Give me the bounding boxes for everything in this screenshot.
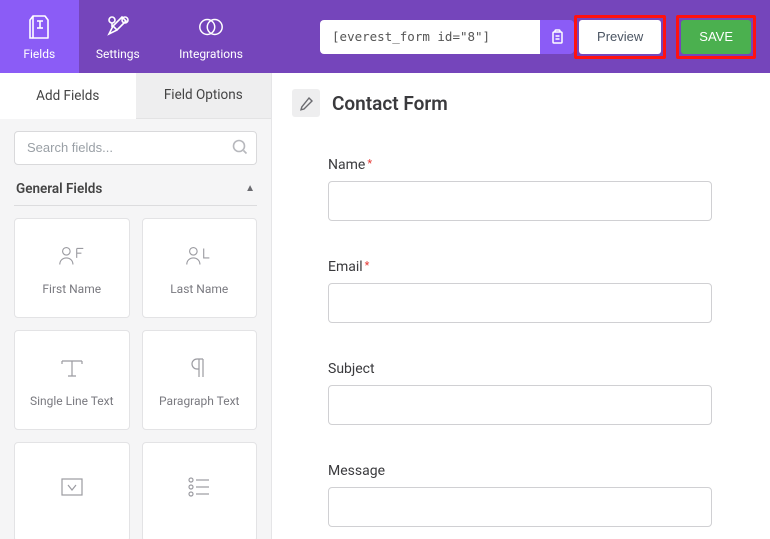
fields-icon — [25, 13, 53, 41]
shortcode-input[interactable] — [320, 20, 540, 54]
radio-list-icon — [183, 471, 215, 503]
field-label: Message — [328, 463, 742, 479]
search-input[interactable] — [14, 131, 257, 165]
preview-highlight: Preview — [574, 15, 666, 59]
field-dropdown[interactable] — [14, 442, 130, 539]
dropdown-icon — [56, 471, 88, 503]
field-label: Single Line Text — [30, 394, 114, 408]
field-single-line-text[interactable]: Single Line Text — [14, 330, 130, 430]
tab-add-fields[interactable]: Add Fields — [0, 73, 136, 119]
search-icon — [231, 138, 249, 156]
main: Add Fields Field Options General Fields … — [0, 73, 770, 539]
form-title[interactable]: Contact Form — [332, 92, 448, 115]
search-wrap — [0, 119, 271, 175]
form-field-subject[interactable]: Subject — [328, 361, 742, 425]
save-button[interactable]: SAVE — [681, 20, 751, 54]
field-label: Paragraph Text — [159, 394, 239, 408]
field-label: Name* — [328, 157, 742, 173]
field-input-preview — [328, 487, 712, 527]
required-mark: * — [365, 259, 370, 272]
field-input-preview — [328, 283, 712, 323]
field-paragraph-text[interactable]: Paragraph Text — [142, 330, 258, 430]
form-field-name[interactable]: Name* — [328, 157, 742, 221]
section-general-fields[interactable]: General Fields ▲ — [0, 175, 271, 205]
section-title: General Fields — [16, 181, 102, 197]
divider — [14, 205, 257, 206]
form-field-email[interactable]: Email* — [328, 259, 742, 323]
save-highlight: SAVE — [676, 15, 756, 59]
field-last-name[interactable]: Last Name — [142, 218, 258, 318]
field-grid: First Name Last Name Single Line Te — [0, 218, 271, 539]
field-label: Subject — [328, 361, 742, 377]
field-multiple-choice[interactable] — [142, 442, 258, 539]
shortcode-wrap — [320, 20, 574, 54]
settings-icon — [104, 13, 132, 41]
person-lastname-icon — [183, 240, 215, 272]
nav-integrations-label: Integrations — [179, 47, 243, 61]
shortcode-copy-button[interactable] — [540, 20, 574, 54]
topbar: Fields Settings Integrations — [0, 0, 770, 73]
collapse-icon: ▲ — [245, 183, 255, 194]
form-title-row: Contact Form — [292, 89, 742, 117]
field-first-name[interactable]: First Name — [14, 218, 130, 318]
edit-title-button[interactable] — [292, 89, 320, 117]
form-field-message[interactable]: Message — [328, 463, 742, 527]
field-label: Email* — [328, 259, 742, 275]
canvas: Contact Form Name* Email* Subject Messag… — [272, 73, 770, 539]
text-t-icon — [56, 352, 88, 384]
nav-settings[interactable]: Settings — [79, 0, 158, 73]
required-mark: * — [367, 157, 372, 170]
field-input-preview — [328, 181, 712, 221]
field-label: First Name — [42, 282, 101, 296]
nav-fields-label: Fields — [23, 47, 55, 61]
preview-button[interactable]: Preview — [579, 20, 661, 54]
pencil-icon — [299, 96, 314, 111]
field-label: Last Name — [170, 282, 228, 296]
person-firstname-icon — [56, 240, 88, 272]
field-input-preview — [328, 385, 712, 425]
paragraph-icon — [183, 352, 215, 384]
sidebar: Add Fields Field Options General Fields … — [0, 73, 272, 539]
nav-settings-label: Settings — [96, 47, 140, 61]
clipboard-icon — [549, 28, 566, 45]
sidebar-tabs: Add Fields Field Options — [0, 73, 271, 119]
tab-field-options[interactable]: Field Options — [136, 73, 272, 119]
nav-integrations[interactable]: Integrations — [157, 0, 265, 73]
top-actions: Preview SAVE — [574, 15, 770, 59]
integrations-icon — [197, 13, 225, 41]
nav-fields[interactable]: Fields — [0, 0, 79, 73]
